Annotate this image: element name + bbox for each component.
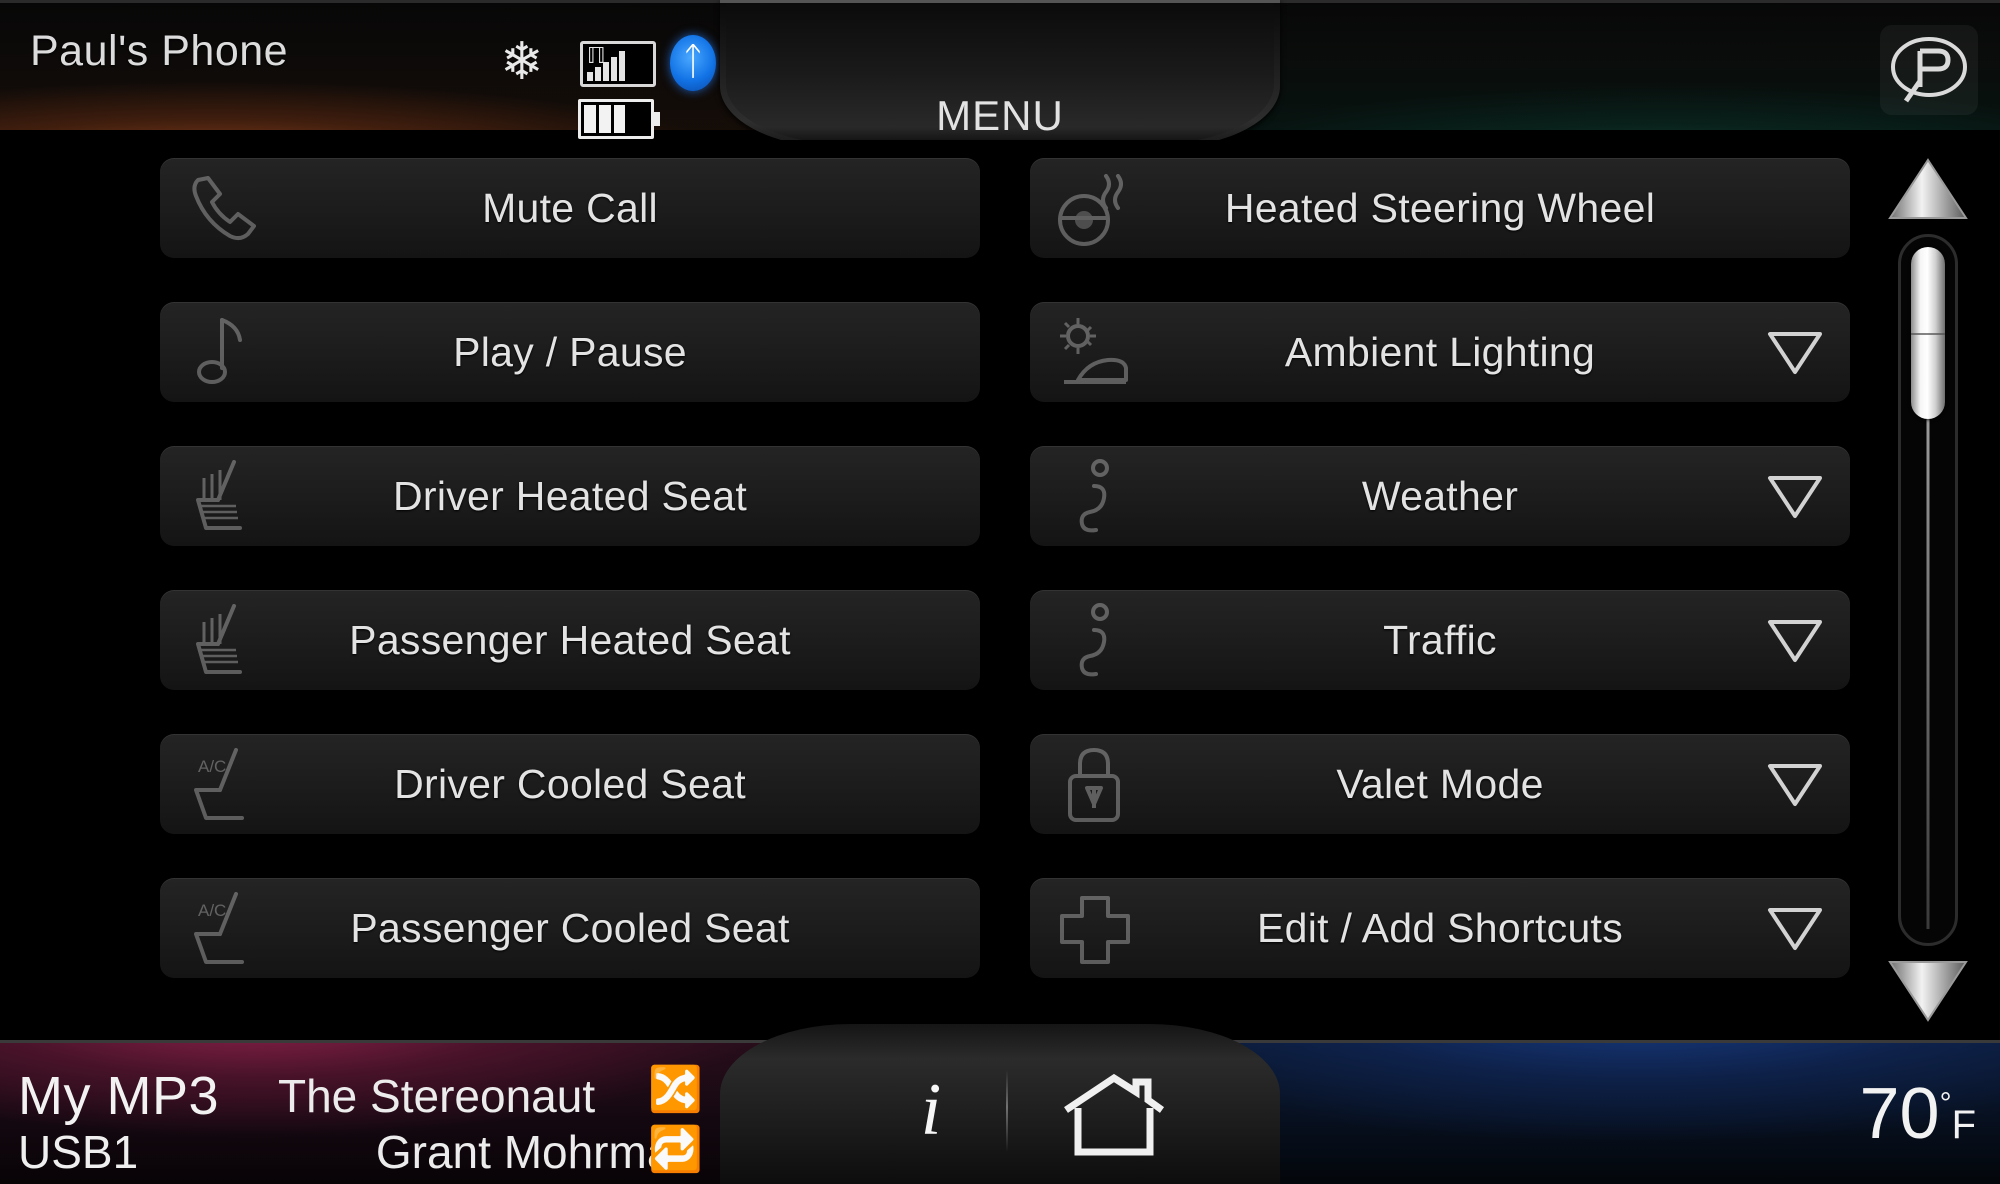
svg-text:A/C: A/C (198, 901, 226, 920)
shuffle-icon: 🔀 (648, 1064, 703, 1115)
cooled-seat-icon: A/C (178, 886, 274, 970)
repeat-icon: 🔁 (648, 1124, 703, 1175)
shortcut-tile[interactable]: Driver Heated Seat (160, 446, 980, 546)
bottom-center-tab (720, 1024, 1280, 1184)
shortcut-label: Driver Cooled Seat (394, 760, 746, 807)
passenger-temp-unit: F (1951, 1103, 1976, 1147)
plus-icon (1048, 886, 1144, 970)
heated-seat-icon (178, 454, 274, 538)
passenger-temp-degree: ° (1939, 1087, 1952, 1120)
bottom-bar-divider (1006, 1070, 1008, 1152)
scrollbar-thumb[interactable] (1911, 247, 1945, 419)
shortcut-label: Traffic (1383, 616, 1497, 663)
shortcut-tile[interactable]: Ambient Lighting (1030, 302, 1850, 402)
bluetooth-icon: ᛏ (670, 35, 716, 91)
shortcut-label: Play / Pause (453, 328, 687, 375)
cooled-seat-icon: A/C (178, 742, 274, 826)
shortcut-tile[interactable]: Heated Steering Wheel (1030, 158, 1850, 258)
shortcut-label: Driver Heated Seat (392, 472, 748, 519)
shortcut-label: Passenger Cooled Seat (350, 904, 790, 951)
info-degree-icon (1048, 454, 1144, 538)
shortcut-label: Valet Mode (1336, 760, 1544, 807)
shortcuts-grid: Mute Call Play / Pause Driver Heated Seat P… (0, 140, 2000, 1035)
scroll-up-arrow-icon[interactable] (1886, 156, 1970, 222)
scrollbar-rail (1926, 419, 1930, 929)
heated-seat-icon (178, 598, 274, 682)
snowflake-icon: ❄ (500, 32, 544, 92)
scrollbar[interactable] (1880, 150, 1980, 1030)
ambient-lighting-icon (1048, 310, 1144, 394)
chevron-down-icon[interactable] (1766, 904, 1824, 952)
bottom-bar: My MP3 USB1 The Stereonaut Grant Mohrman… (0, 1024, 2000, 1184)
shortcut-tile[interactable]: A/C Driver Cooled Seat (160, 734, 980, 834)
chevron-down-icon[interactable] (1766, 760, 1824, 808)
shortcut-tile[interactable]: Passenger Heated Seat (160, 590, 980, 690)
page-title: MENU (936, 92, 1064, 139)
shortcut-label: Ambient Lighting (1284, 328, 1596, 375)
cellular-signal-icon: ℿ (580, 41, 656, 87)
shortcut-label: Heated Steering Wheel (1224, 184, 1656, 231)
shortcuts-left-column: Mute Call Play / Pause Driver Heated Seat P… (160, 158, 980, 1022)
home-icon[interactable] (1060, 1072, 1168, 1158)
shortcut-tile[interactable]: Valet Mode (1030, 734, 1850, 834)
shortcuts-right-column: Heated Steering Wheel Ambient Lighting Wea… (1030, 158, 1850, 1022)
infotainment-screen: Paul's Phone ❄ ℿ ᛏ N (0, 0, 2000, 1184)
heated-steering-wheel-icon (1048, 166, 1144, 250)
scrollbar-track[interactable] (1898, 234, 1958, 946)
passenger-temperature[interactable]: 70°F (1859, 1073, 1976, 1155)
media-source: My MP3 (18, 1066, 220, 1126)
shortcut-label: Passenger Heated Seat (349, 616, 791, 663)
media-artist: Grant Mohrman (375, 1126, 698, 1178)
phone-icon (178, 166, 274, 250)
status-header: Paul's Phone ❄ ℿ ᛏ N (0, 0, 2000, 140)
connected-phone-name: Paul's Phone (30, 27, 289, 75)
info-degree-icon (1048, 598, 1144, 682)
shortcut-label: Mute Call (482, 184, 658, 231)
shortcut-tile[interactable]: A/C Passenger Cooled Seat (160, 878, 980, 978)
music-note-icon (178, 310, 274, 394)
info-icon[interactable]: i (896, 1068, 966, 1154)
media-device: USB1 (18, 1126, 139, 1178)
shortcut-tile[interactable]: Weather (1030, 446, 1850, 546)
shortcut-tile[interactable]: Mute Call (160, 158, 980, 258)
shortcut-tile[interactable]: Play / Pause (160, 302, 980, 402)
shortcut-label: Edit / Add Shortcuts (1256, 904, 1624, 951)
shortcut-label: Weather (1361, 472, 1519, 519)
svg-text:A/C: A/C (198, 757, 226, 776)
shortcut-tile[interactable]: Traffic (1030, 590, 1850, 690)
lock-icon (1048, 742, 1144, 826)
chevron-down-icon[interactable] (1766, 328, 1824, 376)
scroll-down-arrow-icon[interactable] (1886, 958, 1970, 1024)
media-title: The Stereonaut (278, 1070, 596, 1122)
shortcut-tile[interactable]: Edit / Add Shortcuts (1030, 878, 1850, 978)
chevron-down-icon[interactable] (1766, 616, 1824, 664)
passenger-temp-value: 70 (1859, 1074, 1940, 1154)
chevron-down-icon[interactable] (1766, 472, 1824, 520)
